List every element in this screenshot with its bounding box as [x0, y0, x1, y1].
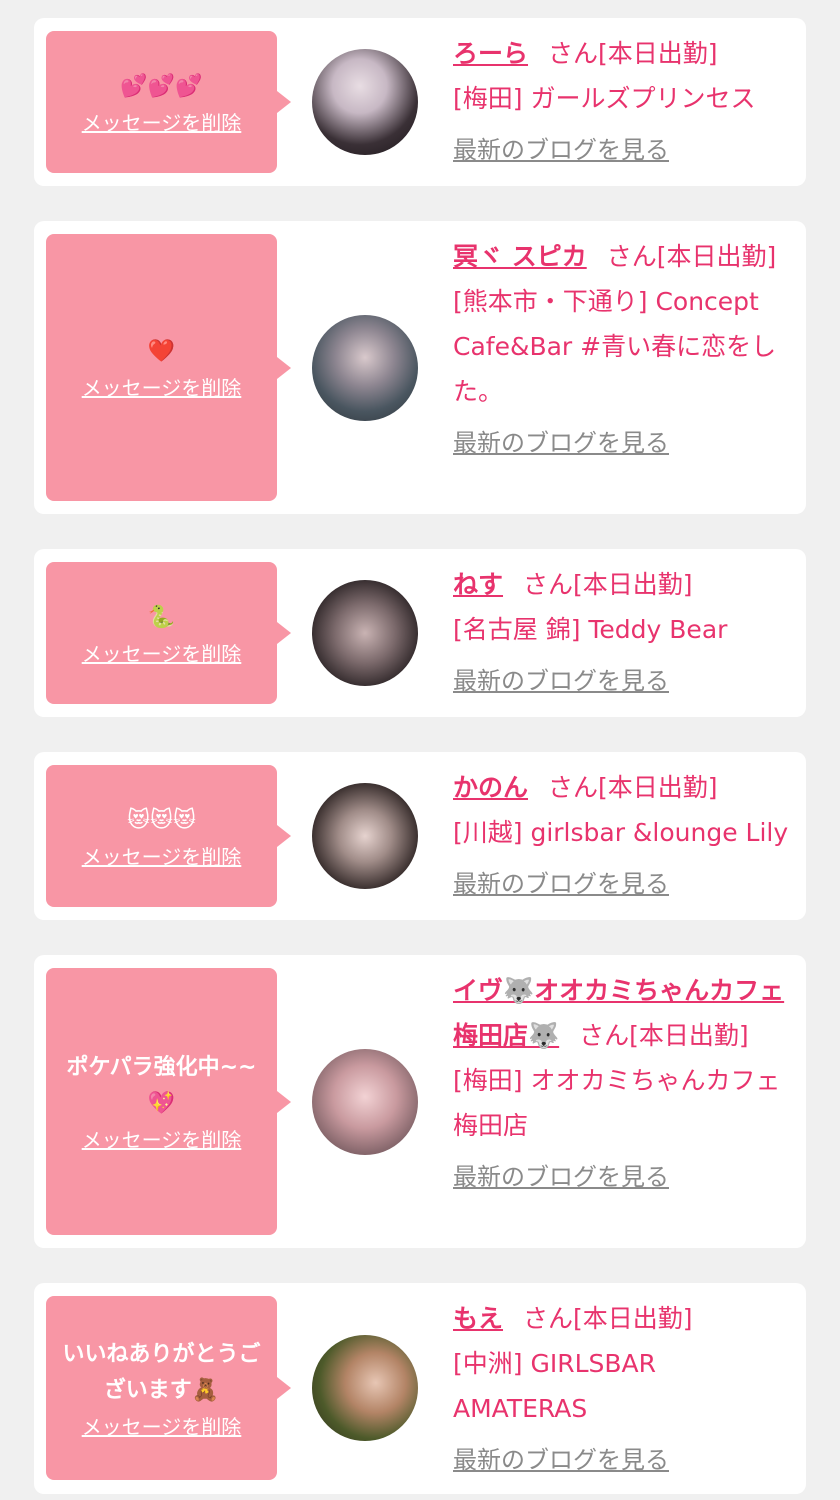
latest-blog-link[interactable]: 最新のブログを見る [453, 135, 789, 165]
message-bubble: 😻😻😻 メッセージを削除 [46, 765, 291, 907]
shop-name: [中洲] GIRLSBAR AMATERAS [453, 1349, 656, 1423]
message-text: ❤️ [147, 339, 176, 364]
attendance-label: さん[本日出勤] [523, 1304, 693, 1333]
shop-name: [名古屋 錦] Teddy Bear [453, 615, 728, 644]
avatar[interactable] [312, 580, 418, 686]
delete-message-link[interactable]: メッセージを削除 [82, 372, 242, 401]
message-text: いいねありがとうございます🧸 [62, 1341, 261, 1403]
avatar[interactable] [312, 783, 418, 889]
latest-blog-link[interactable]: 最新のブログを見る [453, 869, 789, 899]
latest-blog-link[interactable]: 最新のブログを見る [453, 1162, 789, 1192]
list-item: ポケパラ強化中~~💖 メッセージを削除 イヴ🐺オオカミちゃんカフェ梅田店🐺 さん[… [34, 955, 806, 1248]
message-text: 🐍 [147, 604, 176, 630]
shop-name: [川越] girlsbar &lounge Lily [453, 818, 789, 847]
list-item: 😻😻😻 メッセージを削除 かのん さん[本日出勤] [川越] girlsbar &… [34, 752, 806, 920]
attendance-label: さん[本日出勤] [606, 242, 777, 271]
latest-blog-link[interactable]: 最新のブログを見る [453, 428, 789, 458]
cast-name-link[interactable]: ねす [453, 570, 503, 599]
delete-message-link[interactable]: メッセージを削除 [82, 1124, 242, 1153]
avatar[interactable] [312, 315, 418, 421]
avatar[interactable] [312, 1335, 418, 1441]
shop-name: [梅田] ガールズプリンセス [453, 84, 756, 113]
attendance-label: さん[本日出勤] [548, 773, 718, 802]
cast-name-link[interactable]: もえ [453, 1304, 503, 1333]
avatar[interactable] [312, 1049, 418, 1155]
list-item: いいねありがとうございます🧸 メッセージを削除 もえ さん[本日出勤] [中洲] … [34, 1283, 806, 1494]
message-text: ポケパラ強化中~~💖 [66, 1055, 257, 1116]
attendance-label: さん[本日出勤] [579, 1021, 749, 1050]
message-bubble: 💕💕💕 メッセージを削除 [46, 31, 291, 173]
delete-message-link[interactable]: メッセージを削除 [82, 841, 242, 870]
delete-message-link[interactable]: メッセージを削除 [82, 107, 242, 136]
latest-blog-link[interactable]: 最新のブログを見る [453, 1445, 789, 1475]
cast-name-link[interactable]: かのん [453, 773, 528, 802]
shop-name: [梅田] オオカミちゃんカフェ梅田店 [453, 1066, 781, 1140]
list-item: 💕💕💕 メッセージを削除 ろーら さん[本日出勤] [梅田] ガールズプリンセス … [34, 18, 806, 186]
list-item: 🐍 メッセージを削除 ねす さん[本日出勤] [名古屋 錦] Teddy Bear… [34, 549, 806, 717]
message-bubble: ❤️ メッセージを削除 [46, 234, 291, 501]
latest-blog-link[interactable]: 最新のブログを見る [453, 666, 789, 696]
cast-name-link[interactable]: ろーら [453, 39, 528, 68]
attendance-label: さん[本日出勤] [523, 570, 693, 599]
cast-name-link[interactable]: 冥ヾ スピカ [453, 242, 587, 271]
message-text: 💕💕💕 [120, 73, 203, 99]
list-item: ❤️ メッセージを削除 冥ヾ スピカ さん[本日出勤] [熊本市・下通り] Con… [34, 221, 806, 514]
message-bubble: いいねありがとうございます🧸 メッセージを削除 [46, 1296, 291, 1480]
message-text: 😻😻😻 [127, 807, 196, 833]
message-bubble: ポケパラ強化中~~💖 メッセージを削除 [46, 968, 291, 1235]
favorite-list: 💕💕💕 メッセージを削除 ろーら さん[本日出勤] [梅田] ガールズプリンセス … [0, 0, 840, 1500]
delete-message-link[interactable]: メッセージを削除 [82, 1411, 242, 1440]
message-bubble: 🐍 メッセージを削除 [46, 562, 291, 704]
attendance-label: さん[本日出勤] [548, 39, 718, 68]
shop-name: [熊本市・下通り] Concept Cafe&Bar #青い春に恋をした。 [453, 287, 777, 406]
delete-message-link[interactable]: メッセージを削除 [82, 638, 242, 667]
avatar[interactable] [312, 49, 418, 155]
